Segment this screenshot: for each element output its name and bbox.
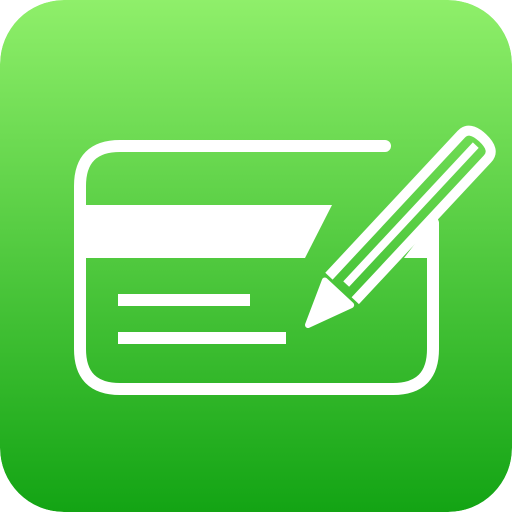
app-icon-graphic	[0, 0, 512, 512]
app-icon[interactable]	[0, 0, 512, 512]
card-text-line-2	[118, 332, 286, 344]
card-stripe	[86, 205, 332, 258]
card-text-line-1	[118, 294, 250, 306]
